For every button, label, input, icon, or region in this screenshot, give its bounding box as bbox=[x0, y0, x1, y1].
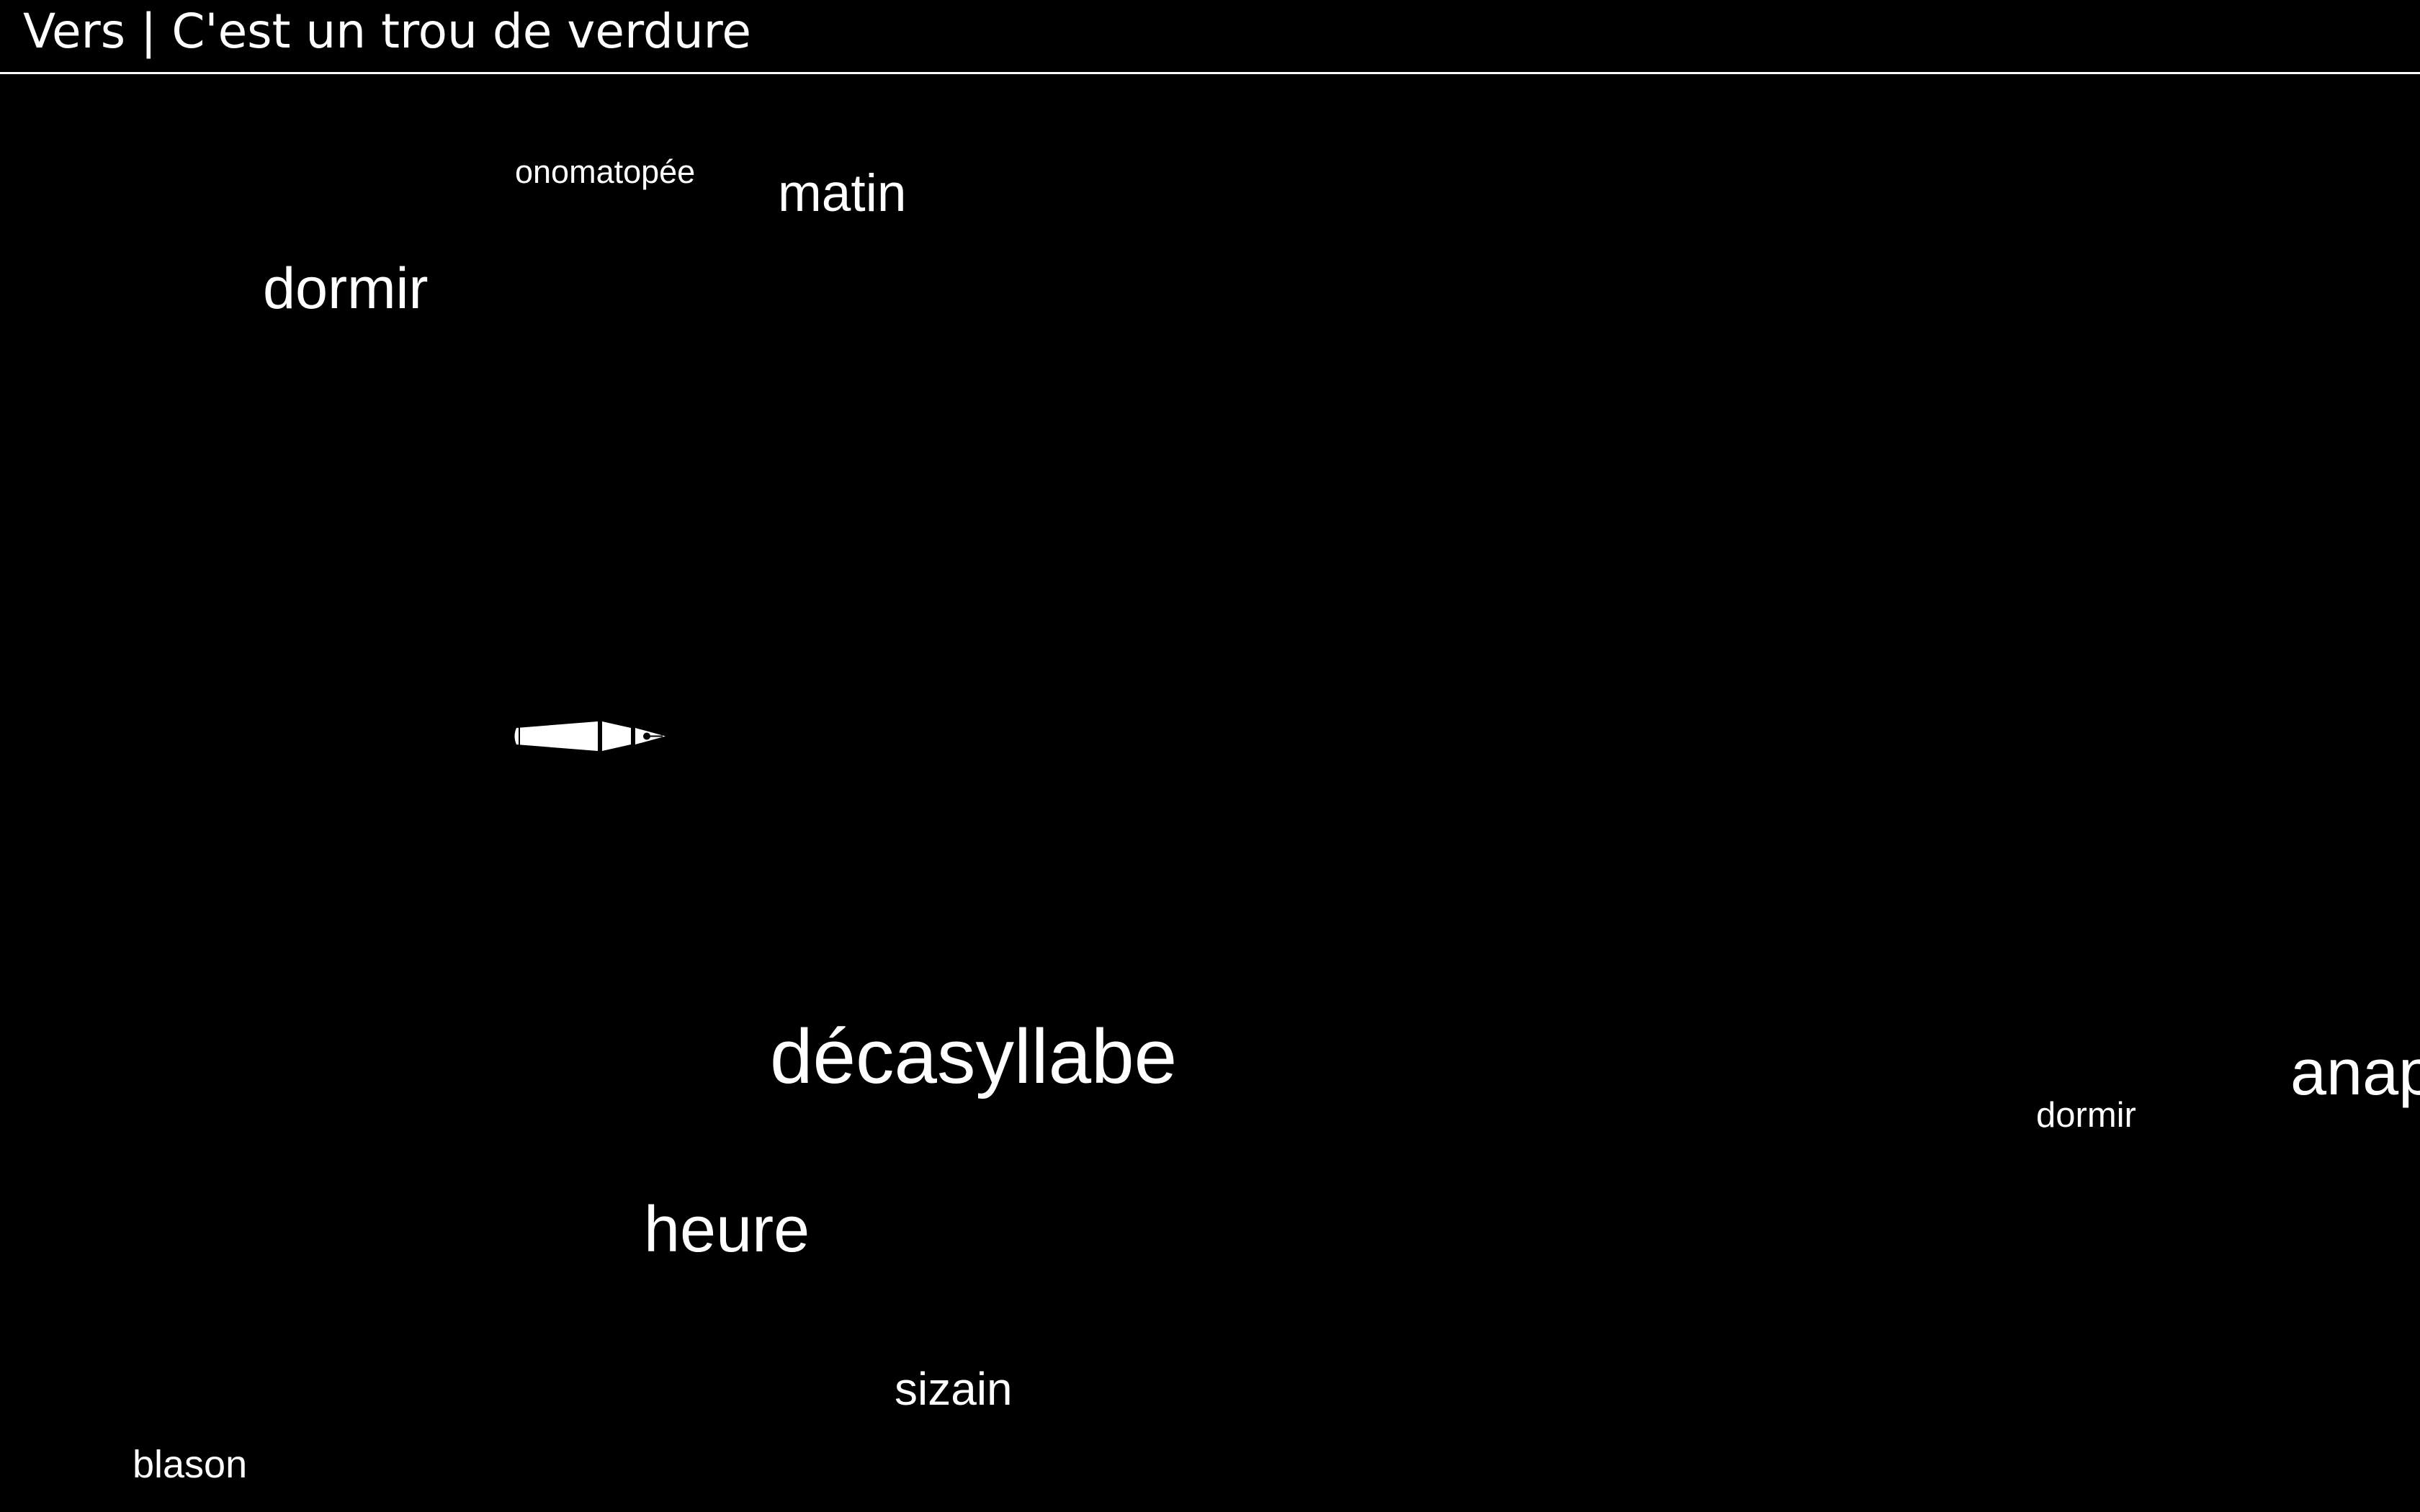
floating-word-heure[interactable]: heure bbox=[644, 1197, 810, 1262]
floating-word-anap[interactable]: anap bbox=[2290, 1040, 2420, 1105]
floating-word-decasyllabe[interactable]: décasyllabe bbox=[770, 1018, 1177, 1095]
fountain-pen-icon bbox=[514, 721, 666, 751]
floating-word-onomatopee[interactable]: onomatopée bbox=[515, 156, 695, 188]
floating-word-blason[interactable]: blason bbox=[133, 1445, 247, 1484]
floating-word-sizain[interactable]: sizain bbox=[895, 1366, 1013, 1412]
page-title: Vers | C'est un trou de verdure bbox=[23, 4, 751, 59]
floating-word-dormir[interactable]: dormir bbox=[263, 260, 429, 318]
header-bar: Vers | C'est un trou de verdure bbox=[0, 0, 2420, 74]
floating-word-dormir-2[interactable]: dormir bbox=[2036, 1098, 2136, 1133]
floating-word-matin[interactable]: matin bbox=[778, 167, 907, 220]
